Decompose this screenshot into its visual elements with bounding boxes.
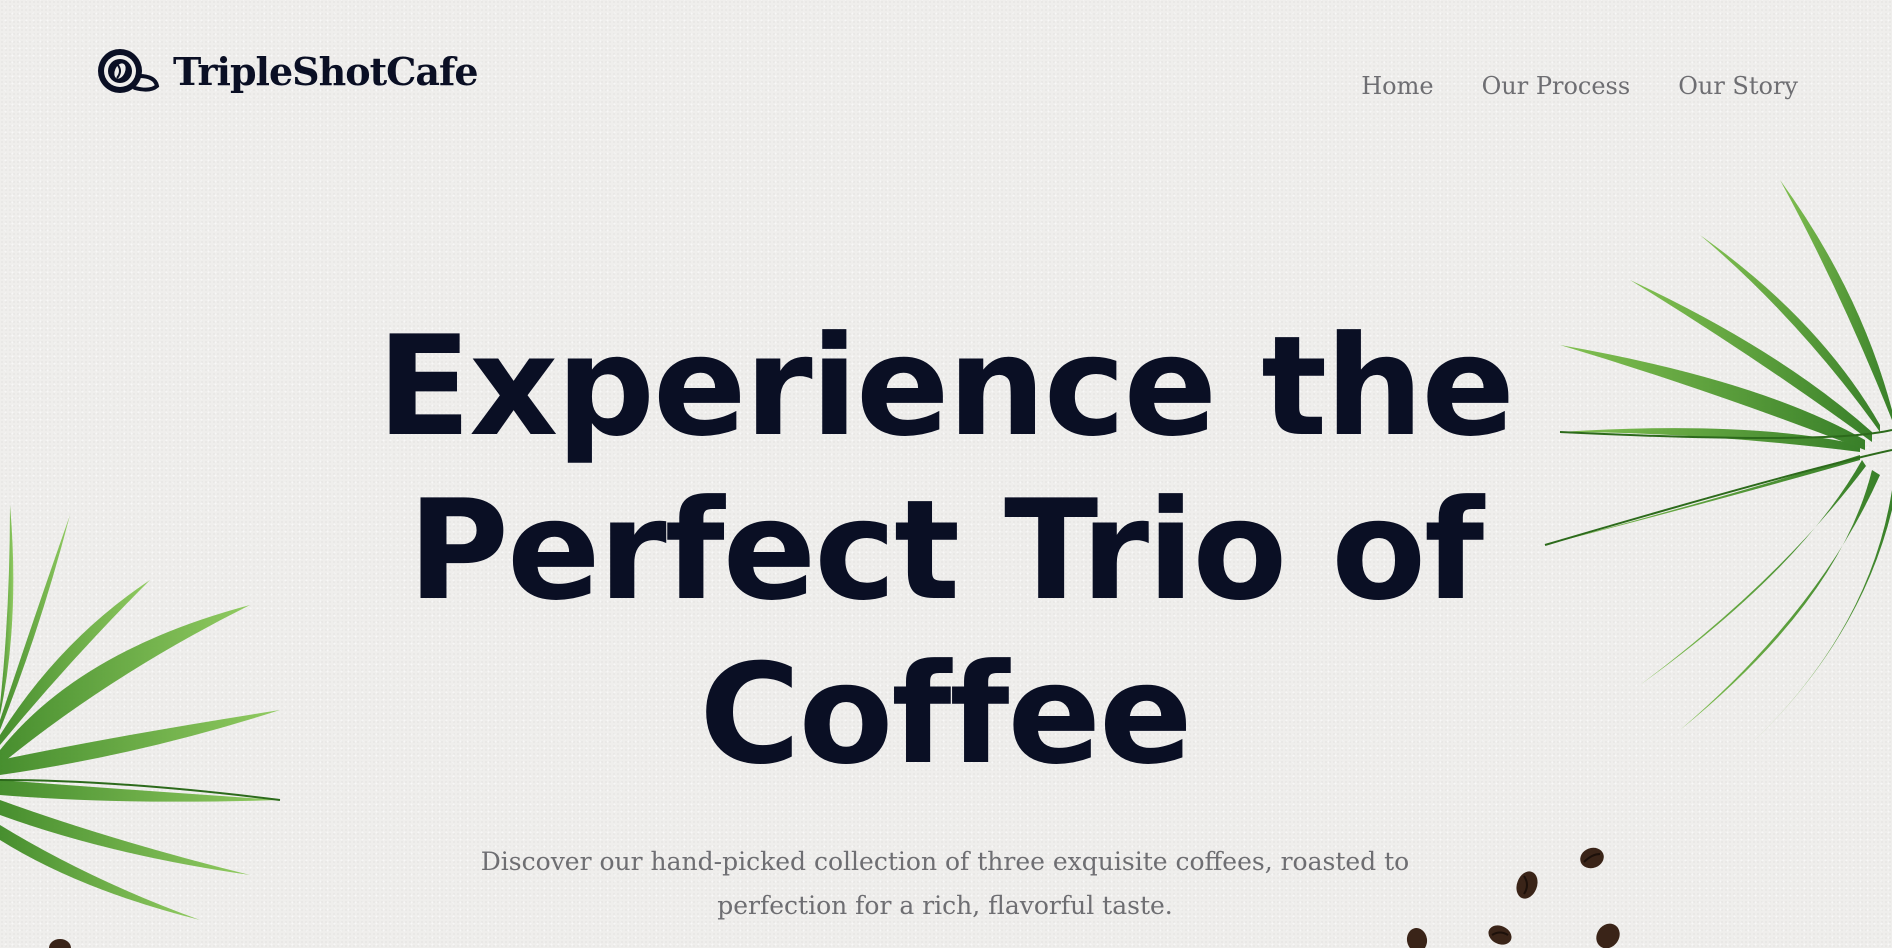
nav-item-home[interactable]: Home xyxy=(1361,72,1433,100)
main-nav: Home Our Process Our Story xyxy=(1361,72,1798,100)
site-header: TripleShotCafe Home Our Process Our Stor… xyxy=(0,0,1892,140)
hero-title-line-2: Perfect Trio of xyxy=(407,470,1484,631)
brand-link[interactable]: TripleShotCafe xyxy=(95,46,479,96)
hero-title: Experience the Perfect Trio of Coffee xyxy=(290,305,1600,797)
hero-title-line-1: Experience the xyxy=(376,306,1515,467)
coffee-cup-icon xyxy=(98,49,160,93)
palm-leaf-icon xyxy=(0,505,281,920)
hero-title-line-3: Coffee xyxy=(699,634,1192,795)
coffee-bean-icon xyxy=(49,939,71,948)
hero-description: Discover our hand-picked collection of t… xyxy=(480,847,1410,920)
nav-item-our-process[interactable]: Our Process xyxy=(1482,72,1631,100)
nav-item-our-story[interactable]: Our Story xyxy=(1678,72,1798,100)
brand-name: TripleShotCafe xyxy=(173,48,479,94)
